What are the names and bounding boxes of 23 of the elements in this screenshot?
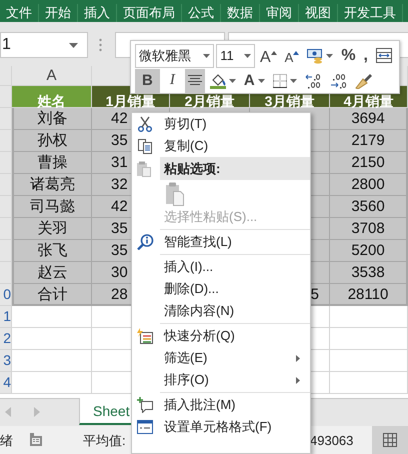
cell-reference: 1 xyxy=(2,36,11,53)
table-cell: 合计 xyxy=(12,284,92,306)
status-average: 平均值: xyxy=(83,432,126,450)
table-cell: 3694 xyxy=(330,108,408,130)
status-text: 绪 xyxy=(0,432,13,450)
table-cell: 3708 xyxy=(330,218,408,240)
table-cell: 曹操 xyxy=(12,152,92,174)
table-cell: 2179 xyxy=(330,130,408,152)
table-cell: 3560 xyxy=(330,196,408,218)
table-cell: 张飞 xyxy=(12,240,92,262)
header-cell: 姓名 xyxy=(12,86,92,108)
table-cell: 5200 xyxy=(330,240,408,262)
table-cell: 司马懿 xyxy=(12,196,92,218)
table-cell: 28110 xyxy=(330,284,408,306)
table-cell: 2150 xyxy=(330,152,408,174)
table-cell: 3538 xyxy=(330,262,408,284)
table-cell: 诸葛亮 xyxy=(12,174,92,196)
table-cell: 2800 xyxy=(330,174,408,196)
table-cell: 关羽 xyxy=(12,218,92,240)
table-cell: 孙权 xyxy=(12,130,92,152)
table-cell: 赵云 xyxy=(12,262,92,284)
table-cell: 刘备 xyxy=(12,108,92,130)
status-sum: 493063 xyxy=(310,432,354,450)
